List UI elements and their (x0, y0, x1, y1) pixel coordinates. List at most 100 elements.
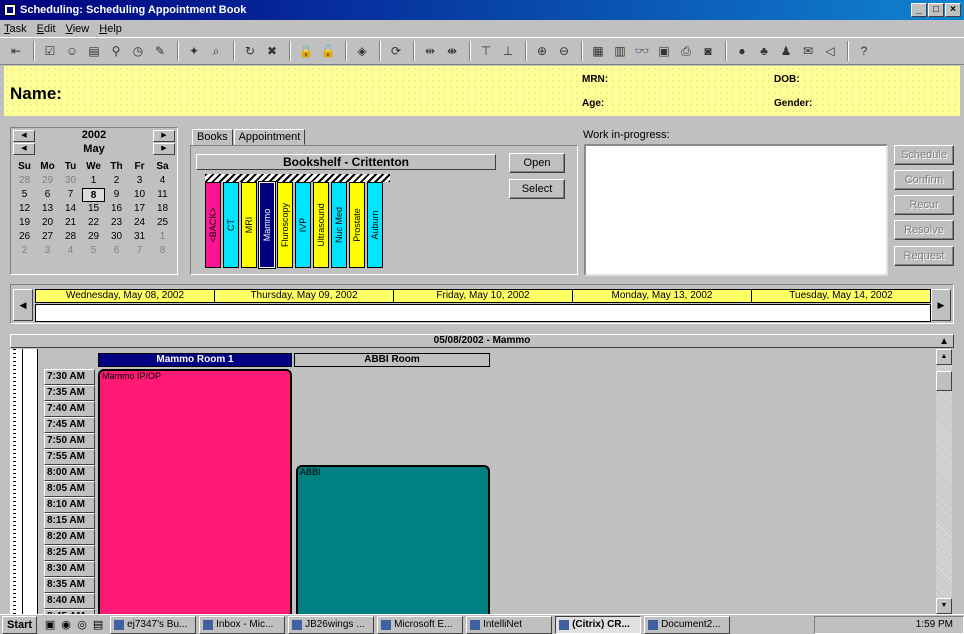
calendar-day[interactable]: 13 (36, 202, 59, 216)
tab-appointment[interactable]: Appointment (233, 129, 306, 145)
calendar-day[interactable]: 31 (128, 230, 151, 244)
book-ultrasound[interactable]: Ultrasound (313, 182, 329, 268)
select-button[interactable]: Select (509, 179, 565, 199)
time-slot[interactable]: 8:40 AM (44, 593, 95, 609)
calendar-day[interactable]: 19 (13, 216, 36, 230)
balance-icon[interactable]: ⊥ (498, 41, 518, 61)
date-cell[interactable]: Friday, May 10, 2002 (394, 290, 573, 302)
clock-icon[interactable]: ◷ (128, 41, 148, 61)
find-icon[interactable]: ⌕ (206, 41, 226, 61)
edit-icon[interactable]: ✦ (184, 41, 204, 61)
room-header-abbi[interactable]: ABBI Room (294, 353, 490, 367)
calendar-day[interactable]: 6 (105, 244, 128, 258)
calendar-day[interactable]: 18 (151, 202, 174, 216)
resolve-button[interactable]: Resolve (894, 220, 954, 240)
prev-year-button[interactable]: ◀ (13, 130, 35, 142)
open-button[interactable]: Open (509, 153, 565, 173)
calendar-day[interactable]: 2 (13, 244, 36, 258)
calendar-day[interactable]: 29 (82, 230, 105, 244)
calendar-day[interactable]: 16 (105, 202, 128, 216)
calendar-day[interactable]: 2 (105, 174, 128, 188)
menu-help[interactable]: Help (99, 23, 122, 35)
time-slot[interactable]: 8:25 AM (44, 545, 95, 561)
date-cell[interactable]: Monday, May 13, 2002 (573, 290, 752, 302)
minimize-button[interactable]: _ (911, 3, 927, 17)
calendar-day[interactable]: 24 (128, 216, 151, 230)
taskbar-task[interactable]: Microsoft E... (377, 615, 464, 634)
room-header-mammo-1[interactable]: Mammo Room 1 (98, 353, 292, 367)
calendar-day[interactable]: 7 (59, 188, 82, 202)
unlock-icon[interactable]: 🔓 (318, 41, 338, 61)
taskbar-task[interactable]: Document2... (644, 615, 731, 634)
calendar-day[interactable]: 28 (13, 174, 36, 188)
tree-icon[interactable]: ▥ (610, 41, 630, 61)
time-slot[interactable]: 8:30 AM (44, 561, 95, 577)
menu-task[interactable]: Task (4, 23, 27, 35)
book-ivp[interactable]: IVP (295, 182, 311, 268)
merge-icon[interactable]: ⇼ (442, 41, 462, 61)
start-button[interactable]: Start (2, 615, 38, 634)
exit-icon[interactable]: ⇤ (6, 41, 26, 61)
time-slot[interactable]: 8:35 AM (44, 577, 95, 593)
browser-icon[interactable]: ◉ (59, 618, 73, 632)
scroll-down-button[interactable]: ▼ (936, 598, 952, 614)
next-month-button[interactable]: ▶ (153, 143, 175, 155)
split-icon[interactable]: ⇹ (420, 41, 440, 61)
menu-edit[interactable]: Edit (37, 23, 56, 35)
calendar-day[interactable]: 21 (59, 216, 82, 230)
glasses-icon[interactable]: 👓 (632, 41, 652, 61)
request-icon[interactable]: ✉ (798, 41, 818, 61)
book-fluroscopy[interactable]: Fluroscopy (277, 182, 293, 268)
book-nuc-med[interactable]: Nuc Med (331, 182, 347, 268)
recur-button[interactable]: Recur (894, 195, 954, 215)
book-prostate[interactable]: Prostate (349, 182, 365, 268)
print-icon[interactable]: ⎙ (676, 41, 696, 61)
date-cell[interactable]: Wednesday, May 08, 2002 (36, 290, 215, 302)
time-slot[interactable]: 8:15 AM (44, 513, 95, 529)
zoom-in-icon[interactable]: ⊕ (532, 41, 552, 61)
time-slot[interactable]: 7:45 AM (44, 417, 95, 433)
back-icon[interactable]: ◁ (820, 41, 840, 61)
check-icon[interactable]: ☑ (40, 41, 60, 61)
calendar-day[interactable]: 15 (82, 202, 105, 216)
calendar-day[interactable]: 3 (128, 174, 151, 188)
collapse-icon[interactable]: ▲ (939, 336, 949, 348)
calendar-day[interactable]: 4 (151, 174, 174, 188)
work-in-progress-list[interactable] (584, 144, 888, 276)
desktop-icon[interactable]: ▣ (43, 618, 57, 632)
calendar-day[interactable]: 10 (128, 188, 151, 202)
form-icon[interactable]: ▤ (84, 41, 104, 61)
calendar-day[interactable]: 1 (82, 174, 105, 188)
calendar-day[interactable]: 3 (36, 244, 59, 258)
next-date-button[interactable]: ▶ (931, 289, 951, 321)
cancel-icon[interactable]: ✖ (262, 41, 282, 61)
calendar-day[interactable]: 22 (82, 216, 105, 230)
group-icon[interactable]: ♣ (754, 41, 774, 61)
book-back[interactable]: <BACK> (205, 182, 221, 268)
tab-books[interactable]: Books (192, 129, 233, 146)
prev-date-button[interactable]: ◀ (13, 289, 33, 321)
confirm-button[interactable]: Confirm (894, 170, 954, 190)
book-mri[interactable]: MRI (241, 182, 257, 268)
time-slot[interactable]: 7:50 AM (44, 433, 95, 449)
calendar-day[interactable]: 26 (13, 230, 36, 244)
time-slot[interactable]: 7:30 AM (44, 369, 95, 385)
taskbar-task[interactable]: ej7347's Bu... (110, 615, 197, 634)
channel-icon[interactable]: ▤ (91, 618, 105, 632)
lock-icon[interactable]: 🔒 (296, 41, 316, 61)
people-icon[interactable]: ♟ (776, 41, 796, 61)
book-auburn[interactable]: Auburn (367, 182, 383, 268)
pdf-icon[interactable]: ◙ (698, 41, 718, 61)
align-icon[interactable]: ⊤ (476, 41, 496, 61)
pin-icon[interactable]: ⚲ (106, 41, 126, 61)
maximize-button[interactable]: □ (928, 3, 944, 17)
time-slot[interactable]: 7:55 AM (44, 449, 95, 465)
calendar-day[interactable]: 27 (36, 230, 59, 244)
calendar-day[interactable]: 25 (151, 216, 174, 230)
calendar-day[interactable]: 28 (59, 230, 82, 244)
calendar-day[interactable]: 1 (151, 230, 174, 244)
calendar-day[interactable]: 8 (151, 244, 174, 258)
calendar-day[interactable]: 23 (105, 216, 128, 230)
next-year-button[interactable]: ▶ (153, 130, 175, 142)
calendar-day[interactable]: 14 (59, 202, 82, 216)
